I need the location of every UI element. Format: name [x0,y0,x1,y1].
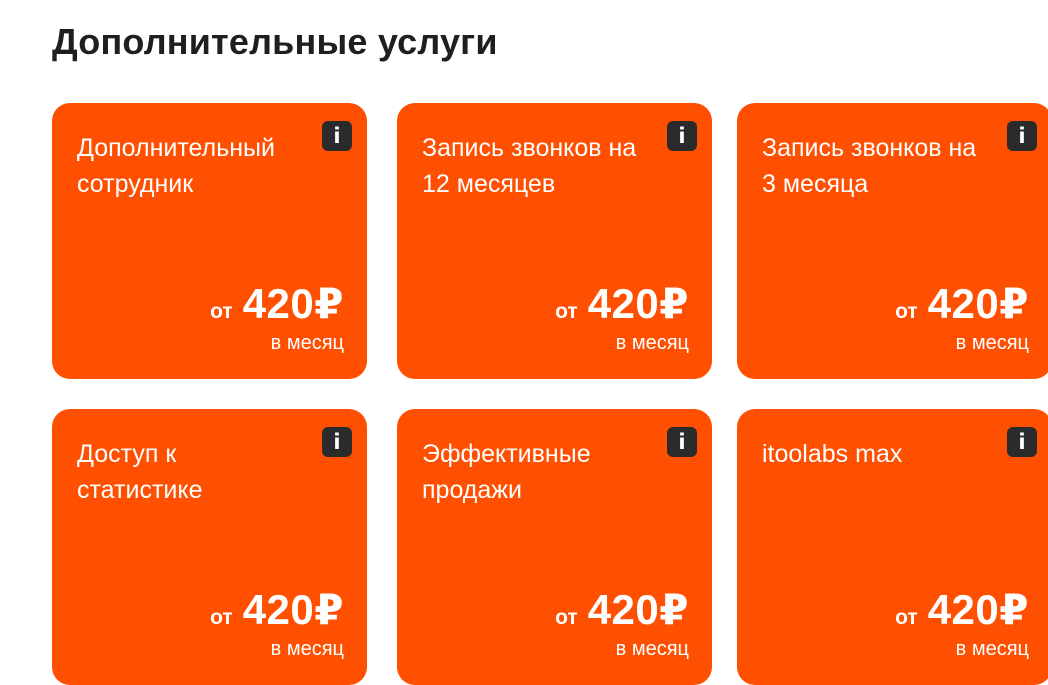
price-value: 420₽ [927,586,1029,633]
price-period: в месяц [615,332,689,354]
price-value: 420₽ [587,586,689,633]
service-card-title: Запись звонков на 12 месяцев [422,134,637,198]
price-value: 420₽ [242,586,344,633]
service-card-call-recording-12-months[interactable]: Запись звонков на 12 месяцев i от 420₽ в… [397,103,712,379]
service-card-title: Запись звонков на 3 месяца [762,134,977,198]
info-icon[interactable]: i [1007,121,1037,151]
service-card-effective-sales[interactable]: Эффективные продажи i от 420₽ в месяц [397,409,712,685]
service-price: от 420₽ [555,279,689,328]
service-card-itoolabs-max[interactable]: itoolabs max i от 420₽ в месяц [737,409,1048,685]
price-prefix: от [555,606,578,629]
service-price: от 420₽ [210,279,344,328]
service-price: от 420₽ [555,585,689,634]
service-price: от 420₽ [895,279,1029,328]
price-prefix: от [210,300,233,323]
service-card-title: Эффективные продажи [422,440,591,504]
info-icon[interactable]: i [667,121,697,151]
price-prefix: от [895,606,918,629]
price-value: 420₽ [587,280,689,327]
price-prefix: от [895,300,918,323]
info-icon[interactable]: i [1007,427,1037,457]
service-card-additional-employee[interactable]: Дополнительный сотрудник i от 420₽ в мес… [52,103,367,379]
services-grid: Дополнительный сотрудник i от 420₽ в мес… [52,103,1048,685]
info-icon[interactable]: i [322,427,352,457]
page-title: Дополнительные услуги [52,21,498,62]
price-period: в месяц [955,638,1029,660]
price-value: 420₽ [927,280,1029,327]
price-period: в месяц [615,638,689,660]
service-card-title: itoolabs max [762,440,903,468]
info-icon[interactable]: i [667,427,697,457]
service-card-title: Доступ к статистике [77,440,203,504]
price-value: 420₽ [242,280,344,327]
price-period: в месяц [270,332,344,354]
price-period: в месяц [270,638,344,660]
service-card-title: Дополнительный сотрудник [77,134,275,198]
price-prefix: от [555,300,578,323]
info-icon[interactable]: i [322,121,352,151]
price-period: в месяц [955,332,1029,354]
price-prefix: от [210,606,233,629]
service-price: от 420₽ [210,585,344,634]
service-price: от 420₽ [895,585,1029,634]
service-card-statistics-access[interactable]: Доступ к статистике i от 420₽ в месяц [52,409,367,685]
service-card-call-recording-3-months[interactable]: Запись звонков на 3 месяца i от 420₽ в м… [737,103,1048,379]
